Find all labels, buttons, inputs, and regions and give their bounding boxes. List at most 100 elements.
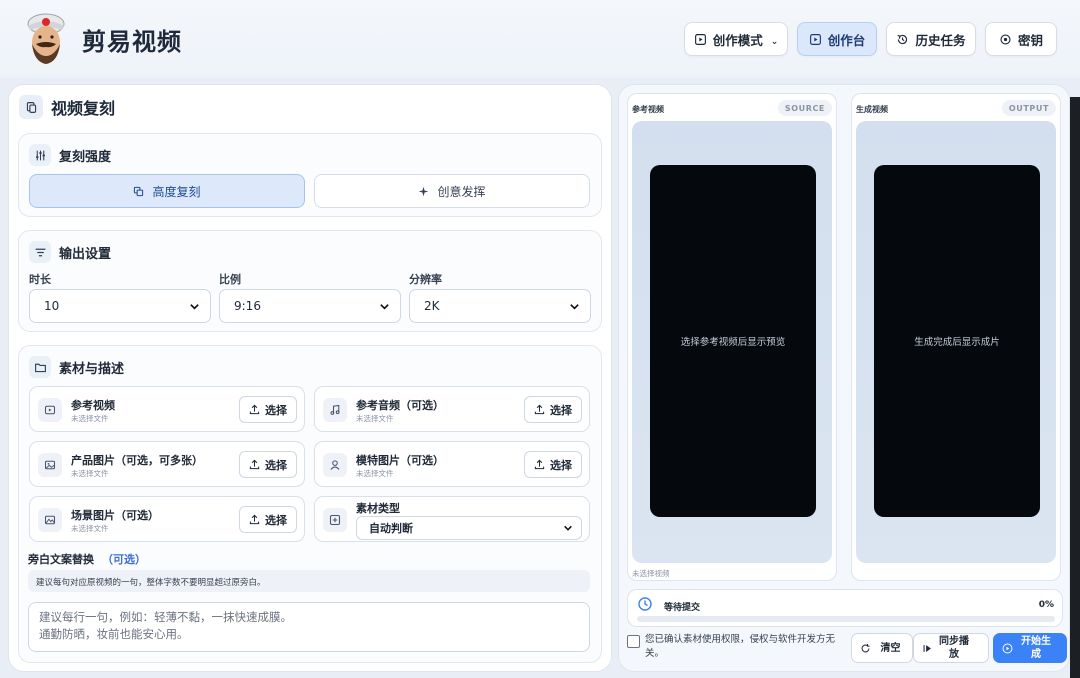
narration-hint: 建议每句对应原视频的一句，整体字数不要明显超过原旁白。 — [28, 570, 590, 592]
strength-card: 复刻强度 高度复刻 创意发挥 — [18, 133, 602, 217]
source-video-player[interactable]: 选择参考视频后显示预览 — [650, 165, 816, 517]
source-badge: SOURCE — [777, 100, 832, 116]
clock-icon — [638, 597, 652, 611]
reference-video-title: 参考视频 — [71, 399, 115, 412]
reference-audio-select-button[interactable]: 选择 — [524, 396, 582, 423]
strength-title-text: 复刻强度 — [59, 149, 112, 165]
ratio-label: 比例 — [219, 273, 241, 286]
select-label: 选择 — [265, 458, 287, 472]
history-icon — [897, 34, 908, 44]
scene-images-asset: 场景图片（可选） 未选择文件 选择 — [29, 496, 305, 542]
model-images-title: 模特图片（可选） — [356, 454, 444, 467]
product-images-select-button[interactable]: 选择 — [239, 451, 297, 478]
chevron-down-icon — [380, 303, 389, 310]
consent-text: 您已确认素材使用权限，侵权与软件开发方无关。 — [645, 634, 836, 659]
high-replicate-button[interactable]: 高度复刻 — [29, 174, 305, 208]
duration-select[interactable]: 10 — [29, 289, 211, 323]
sparkle-icon — [419, 186, 429, 196]
clear-button[interactable]: 清空 — [851, 633, 913, 663]
source-placeholder: 选择参考视频后显示预览 — [680, 337, 786, 348]
folder-icon — [29, 356, 51, 378]
status-percent: 0% — [1038, 600, 1054, 610]
progress-bar — [637, 616, 1055, 622]
creative-button[interactable]: 创意发挥 — [314, 174, 590, 208]
asset-type-value: 自动判断 — [369, 522, 413, 535]
reference-video-select-button[interactable]: 选择 — [239, 396, 297, 423]
chevron-down-icon: ⌄ — [770, 37, 779, 47]
output-video-player[interactable]: 生成完成后显示成片 — [874, 165, 1040, 517]
select-label: 选择 — [265, 513, 287, 527]
upload-icon — [249, 404, 260, 415]
nav-workbench-label: 创作台 — [827, 32, 866, 48]
upload-icon — [534, 404, 545, 415]
start-generate-button[interactable]: 开始生成 — [993, 633, 1067, 663]
model-images-asset: 模特图片（可选） 未选择文件 选择 — [314, 441, 590, 487]
sync-play-button[interactable]: 同步播放 — [913, 633, 989, 663]
product-images-status: 未选择文件 — [71, 469, 109, 478]
output-placeholder: 生成完成后显示成片 — [914, 337, 1000, 348]
video-replicate-panel: 视频复刻 复刻强度 高度复刻 创意发挥 输出设置 时长 10 比例 9:16 分… — [8, 84, 612, 672]
consent-checkbox[interactable] — [627, 635, 640, 648]
narration-optional: （可选） — [102, 553, 146, 566]
panel-title: 视频复刻 — [19, 95, 115, 119]
ratio-value: 9:16 — [234, 299, 261, 313]
source-video-stage: 选择参考视频后显示预览 — [632, 121, 832, 563]
resolution-label: 分辨率 — [409, 273, 442, 286]
scene-images-select-button[interactable]: 选择 — [239, 506, 297, 533]
upload-icon — [534, 459, 545, 470]
reference-audio-status: 未选择文件 — [356, 414, 394, 423]
upload-icon — [249, 514, 260, 525]
assets-title-text: 素材与描述 — [59, 361, 125, 377]
nav-history-button[interactable]: 历史任务 — [886, 22, 976, 56]
video-icon — [38, 398, 62, 422]
creative-label: 创意发挥 — [437, 184, 486, 199]
panel-title-text: 视频复刻 — [51, 99, 116, 118]
strength-title: 复刻强度 — [29, 144, 111, 166]
resolution-select[interactable]: 2K — [409, 289, 591, 323]
clear-label: 清空 — [880, 642, 901, 654]
source-video-card: 参考视频 SOURCE 选择参考视频后显示预览 未选择视频 — [627, 93, 837, 581]
reference-audio-title: 参考音频（可选） — [356, 399, 444, 412]
nav-create-mode-label: 创作模式 — [712, 32, 763, 48]
output-settings-title: 输出设置 — [29, 241, 111, 263]
output-video-title: 生成视频 — [856, 105, 888, 114]
source-video-status: 未选择视频 — [632, 569, 670, 578]
nav-key-button[interactable]: 密钥 — [985, 22, 1057, 56]
resolution-value: 2K — [424, 299, 440, 313]
asset-type-field: 素材类型 自动判断 — [314, 496, 590, 542]
image-icon — [38, 453, 62, 477]
user-icon — [323, 453, 347, 477]
nav-create-mode-button[interactable]: 创作模式 ⌄ — [684, 22, 788, 56]
nav-workbench-button[interactable]: 创作台 — [797, 22, 877, 56]
nav-history-label: 历史任务 — [915, 32, 966, 48]
music-icon — [323, 398, 347, 422]
chevron-down-icon — [190, 303, 199, 310]
consent-row: 您已确认素材使用权限，侵权与软件开发方无关。 — [627, 633, 849, 661]
model-images-status: 未选择文件 — [356, 469, 394, 478]
filter-icon — [29, 241, 51, 263]
output-video-stage: 生成完成后显示成片 — [856, 121, 1056, 563]
duration-label: 时长 — [29, 273, 51, 286]
narration-label-text: 旁白文案替换 — [28, 553, 94, 566]
scene-images-title: 场景图片（可选） — [71, 509, 159, 522]
narration-textarea[interactable]: 建议每行一句，例如：轻薄不黏，一抹快速成膜。 通勤防晒，妆前也能安心用。 — [28, 602, 590, 652]
high-replicate-label: 高度复刻 — [152, 184, 201, 199]
chevron-down-icon — [564, 525, 572, 531]
output-video-card: 生成视频 OUTPUT 生成完成后显示成片 — [851, 93, 1061, 581]
ratio-select[interactable]: 9:16 — [219, 289, 401, 323]
refresh-icon — [861, 643, 870, 652]
asset-type-select[interactable]: 自动判断 — [356, 516, 582, 540]
preview-panel: 参考视频 SOURCE 选择参考视频后显示预览 未选择视频 生成视频 OUTPU… — [618, 84, 1070, 672]
reference-video-status: 未选择文件 — [71, 414, 109, 423]
step-play-icon — [923, 644, 931, 652]
model-images-select-button[interactable]: 选择 — [524, 451, 582, 478]
product-images-asset: 产品图片（可选，可多张） 未选择文件 选择 — [29, 441, 305, 487]
reference-video-asset: 参考视频 未选择文件 选择 — [29, 386, 305, 432]
sync-play-label: 同步播放 — [939, 636, 969, 660]
app-header: 剪易视频 创作模式 ⌄ 创作台 历史任务 密钥 — [0, 0, 1080, 78]
output-settings-title-text: 输出设置 — [59, 246, 112, 262]
scene-images-status: 未选择文件 — [71, 524, 109, 533]
copy-icon — [19, 95, 43, 119]
play-circle-icon — [1002, 643, 1013, 653]
window-edge — [1070, 97, 1080, 678]
